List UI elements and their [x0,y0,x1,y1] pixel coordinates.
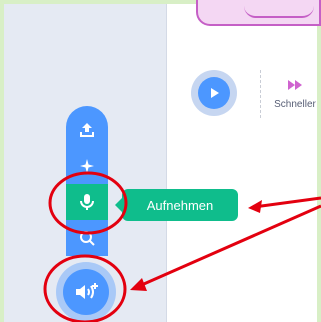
sound-options-menu [66,106,108,256]
speed-up-button[interactable]: Schneller [270,78,320,118]
upload-sound-item[interactable] [66,112,108,148]
search-icon [80,231,95,246]
search-sound-item[interactable] [66,220,108,256]
add-sound-icon [76,283,98,299]
speed-up-label: Schneller [274,99,316,110]
play-icon [211,88,219,98]
surprise-sparkle-icon [80,159,94,173]
upload-icon [80,123,94,137]
surprise-sound-item[interactable] [66,148,108,184]
fast-forward-icon [288,80,302,90]
play-button[interactable] [191,70,237,116]
stage-area [167,4,317,322]
choose-sound-button[interactable] [56,262,116,322]
microphone-icon [80,194,94,210]
record-tooltip: Aufnehmen [115,189,238,221]
record-sound-item[interactable] [66,184,108,220]
controls-divider [260,70,261,118]
sprite-preview-banner [196,0,321,26]
